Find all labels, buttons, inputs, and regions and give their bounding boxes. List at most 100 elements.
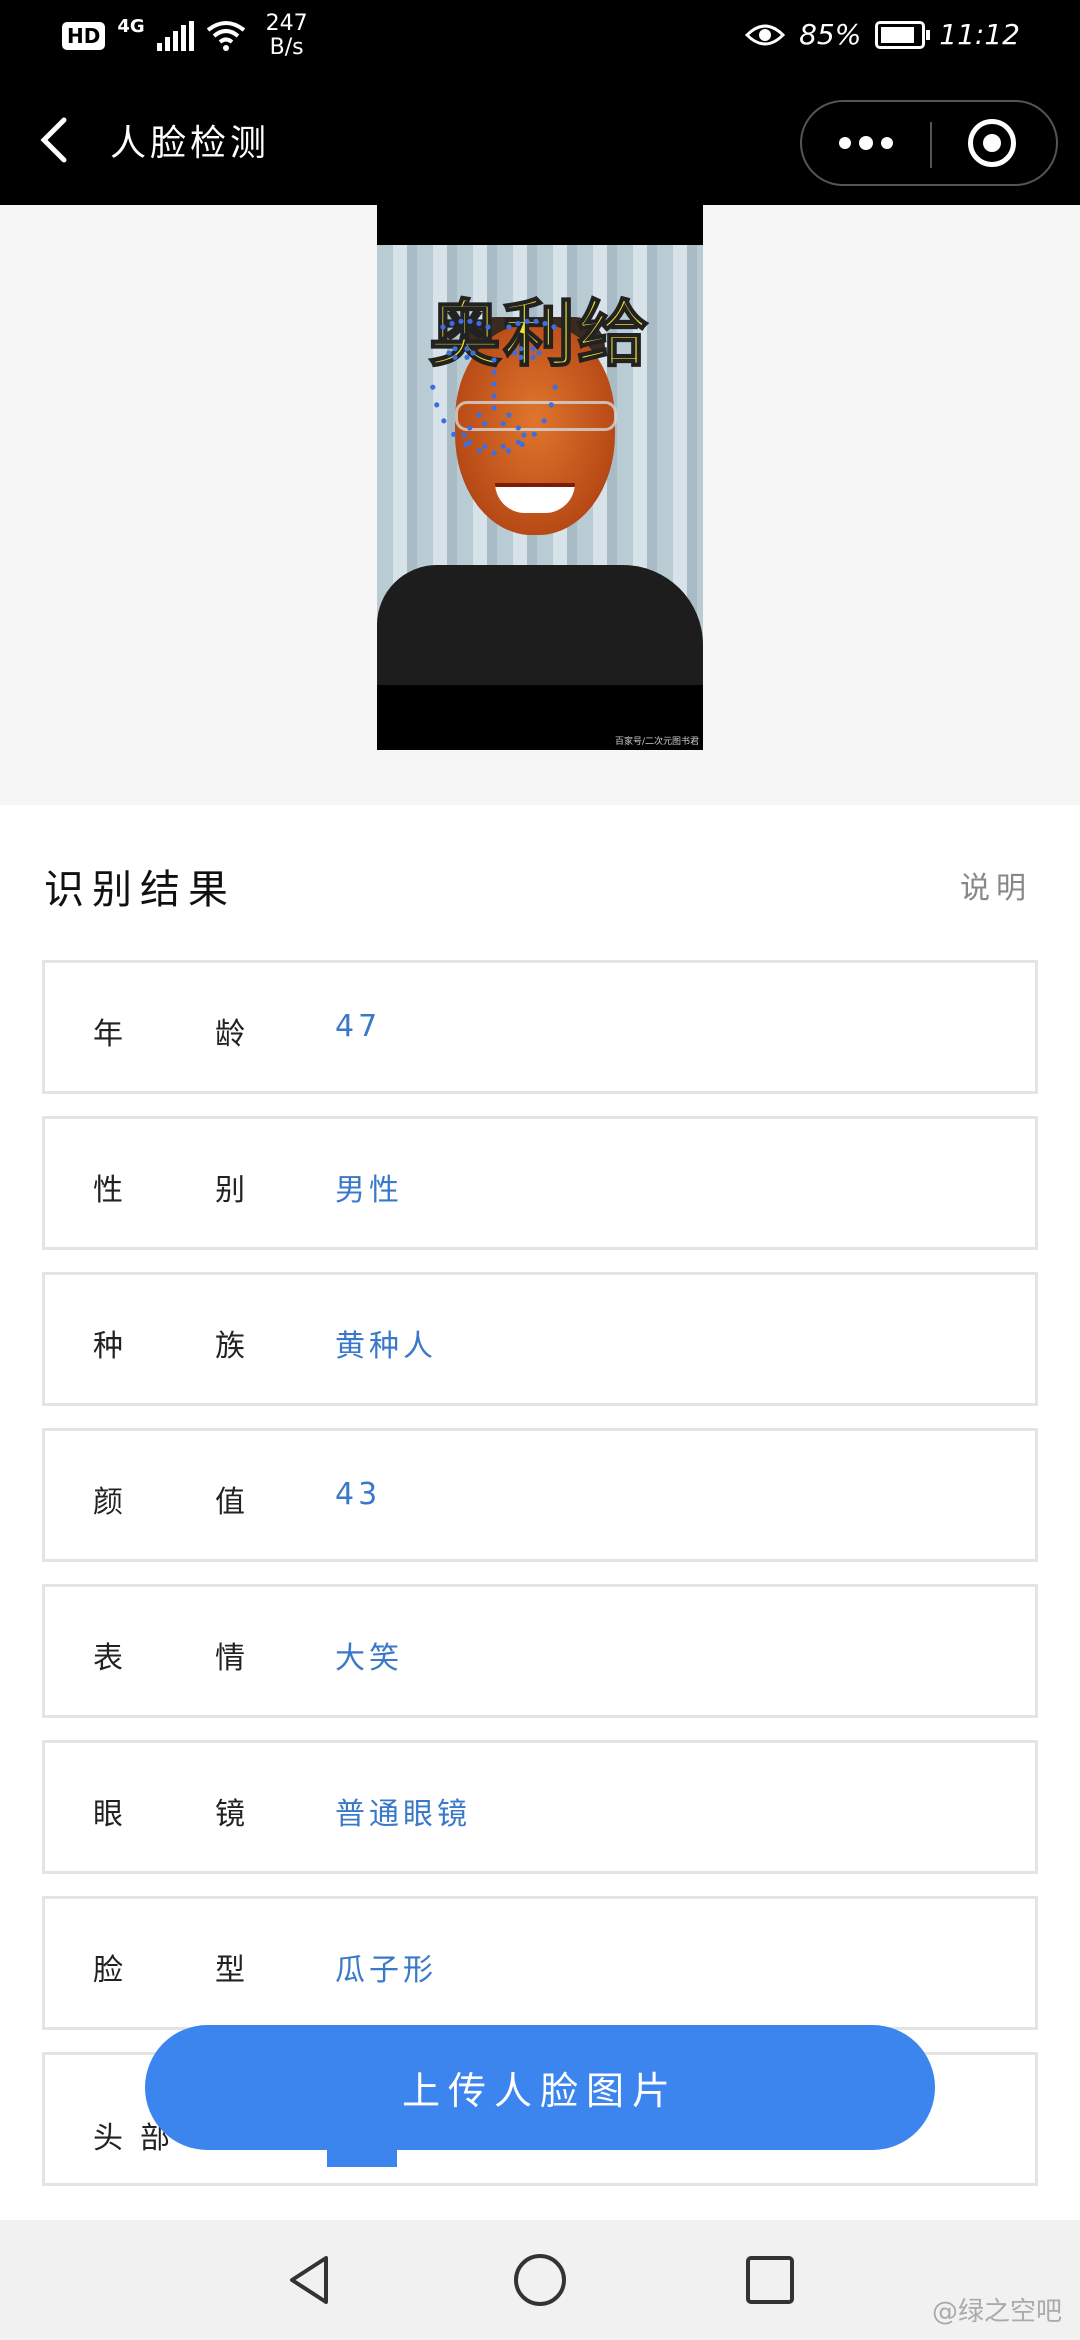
landmark-dot [518, 354, 524, 360]
hd-badge: HD [62, 22, 106, 50]
landmark-dot [458, 318, 464, 324]
row-label-1: 脸 [93, 1953, 123, 1988]
landmark-dot [441, 418, 447, 424]
wifi-icon [206, 21, 245, 51]
dot-icon [859, 136, 873, 150]
landmark-dot [491, 450, 497, 456]
dot-icon [881, 137, 893, 149]
image-preview-area: 奥利给 百家号/二次元图书君 [0, 205, 1080, 805]
landmark-dot [491, 381, 497, 387]
row-label-2: 型 [215, 1953, 245, 1988]
row-label-1: 性 [93, 1173, 123, 1208]
row-value: 黄种人 [335, 1329, 437, 1364]
network-type: 4G [117, 16, 145, 37]
landmark-dot [467, 425, 473, 431]
result-row-beauty: 颜 值 43 [42, 1428, 1038, 1562]
status-bar: HD 4G 247 B/s 85% 11:12 [0, 0, 1080, 70]
watermark: @绿之空吧 [931, 2297, 1062, 2327]
target-icon [968, 119, 1016, 167]
landmark-dot [476, 320, 482, 327]
landmark-dot [505, 448, 512, 454]
row-label-1: 种 [93, 1329, 123, 1364]
row-label-2: 镜 [215, 1797, 245, 1832]
face-landmarks [430, 318, 558, 456]
landmark-dot [491, 369, 497, 375]
help-link[interactable]: 说明 [960, 863, 1032, 907]
row-label-2: 值 [215, 1485, 245, 1520]
close-miniprogram-button[interactable] [928, 102, 1056, 184]
landmark-dot [491, 393, 497, 399]
landmark-dot [461, 432, 467, 438]
landmark-dot [521, 432, 527, 438]
row-label-1: 眼 [93, 1797, 123, 1832]
landmark-dot [530, 346, 536, 352]
landmark-dot [542, 320, 548, 327]
landmark-dot [551, 324, 557, 330]
landmark-dot [518, 346, 524, 352]
landmark-dot [530, 354, 536, 360]
landmark-dot [446, 350, 452, 356]
row-value: 大笑 [335, 1641, 403, 1676]
result-row-gender: 性 别 男性 [42, 1116, 1038, 1250]
face-photo[interactable]: 奥利给 百家号/二次元图书君 [377, 205, 703, 750]
landmark-dot [485, 324, 491, 330]
battery-icon [875, 20, 931, 49]
row-value: 普通眼镜 [335, 1797, 471, 1832]
landmark-dot [531, 431, 537, 437]
landmark-dot [536, 350, 542, 356]
landmark-dot [515, 425, 521, 431]
battery-percent: 85% [799, 18, 862, 51]
dot-icon [839, 137, 851, 149]
landmark-dot [464, 354, 470, 360]
landmark-dot [506, 412, 512, 418]
landmark-dot [430, 384, 436, 390]
row-label-1: 颜 [93, 1485, 123, 1520]
row-label-1: 年 [93, 1017, 123, 1052]
landmark-dot [482, 420, 488, 427]
row-label-2: 族 [215, 1329, 245, 1364]
results-title: 识别结果 [44, 867, 236, 913]
row-value: 43 [335, 1477, 382, 1512]
landmark-dot [449, 320, 455, 327]
row-label-2: 情 [215, 1641, 245, 1676]
landmark-dot [491, 405, 497, 411]
landmark-dot [434, 402, 440, 408]
landmark-dot [500, 420, 506, 427]
upload-face-image-button[interactable]: 上传人脸图片 [145, 2025, 935, 2150]
photo-credit: 百家号/二次元图书君 [614, 737, 699, 747]
row-label-2: 别 [215, 1173, 245, 1208]
miniprogram-capsule [800, 100, 1058, 186]
landmark-dot [440, 324, 446, 330]
landmark-dot [464, 346, 470, 352]
more-button[interactable] [802, 102, 930, 184]
nav-home-icon[interactable] [510, 2250, 570, 2310]
signal-icon [156, 21, 194, 51]
landmark-dot [519, 441, 525, 448]
landmark-dot [500, 443, 506, 450]
row-label-1: 头 [93, 2121, 123, 2156]
landmark-dot [467, 318, 473, 324]
landmark-dot [482, 443, 488, 450]
landmark-dot [506, 324, 512, 330]
result-row-expression: 表 情 大笑 [42, 1584, 1038, 1718]
nav-recents-icon[interactable] [740, 2250, 800, 2310]
landmark-dot [552, 384, 558, 390]
result-row-glasses: 眼 镜 普通眼镜 [42, 1740, 1038, 1874]
result-row-age: 年 龄 47 [42, 960, 1038, 1094]
landmark-dot [463, 441, 469, 448]
result-row-race: 种 族 黄种人 [42, 1272, 1038, 1406]
row-value: 男性 [335, 1173, 403, 1208]
landmark-dot [452, 354, 458, 360]
landmark-dot [515, 320, 521, 327]
system-nav-bar: @绿之空吧 [0, 2220, 1080, 2340]
landmark-dot [476, 448, 483, 454]
landmark-dot [533, 318, 539, 324]
row-label-2: 龄 [215, 1017, 245, 1052]
nav-back-icon[interactable] [280, 2250, 340, 2310]
eye-comfort-icon [745, 24, 786, 45]
page-title: 人脸检测 [110, 123, 271, 164]
results-panel: 识别结果 说明 年 龄 47 性 别 男性 种 族 黄种人 颜 值 43 表 情… [0, 805, 1080, 2220]
landmark-dot [476, 412, 482, 418]
landmark-dot [548, 402, 554, 408]
back-arrow-icon[interactable] [30, 110, 80, 170]
